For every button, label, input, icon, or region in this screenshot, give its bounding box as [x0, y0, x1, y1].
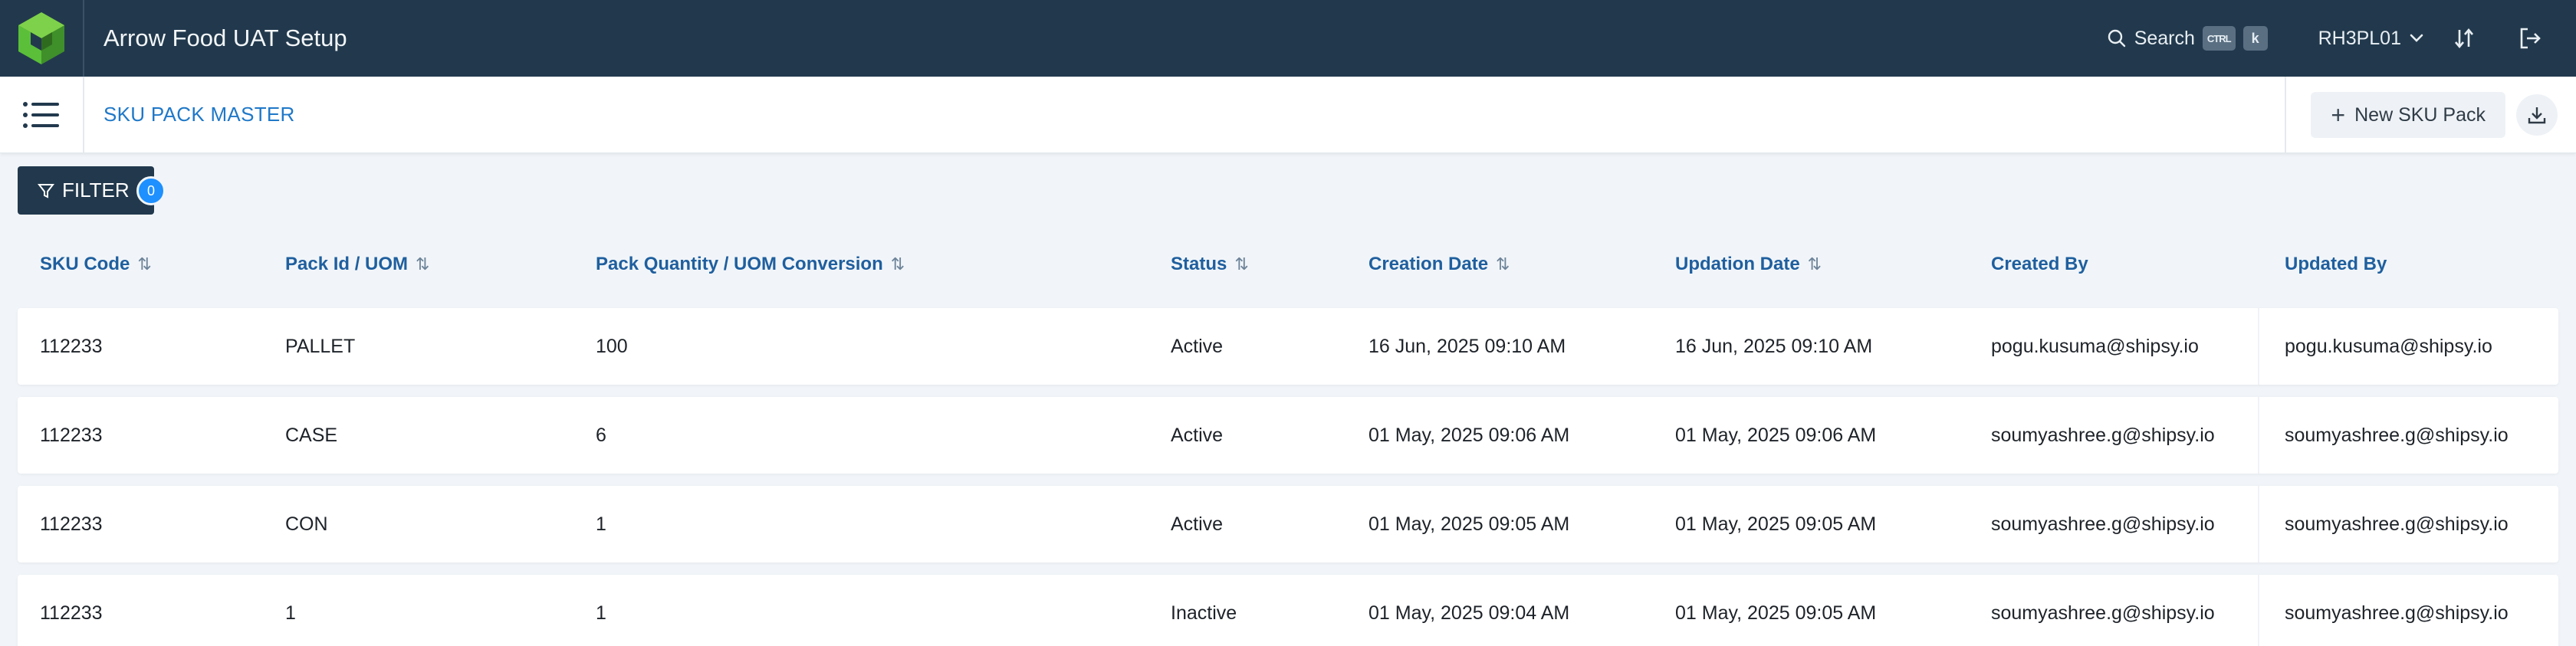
new-sku-pack-label: New SKU Pack: [2354, 103, 2486, 126]
sort-arrows-icon[interactable]: ⇅: [137, 254, 151, 274]
search-label: Search: [2134, 27, 2195, 49]
logout-button[interactable]: [2507, 15, 2553, 61]
cell-pack-id: PALLET: [285, 335, 356, 357]
column-label: Pack Quantity / UOM Conversion: [596, 254, 883, 274]
cell-pack-quantity: 1: [596, 513, 606, 535]
cell-updation-date: 01 May, 2025 09:06 AM: [1675, 424, 1877, 446]
filter-count-badge: 0: [136, 176, 166, 205]
filter-button[interactable]: FILTER: [18, 166, 154, 215]
column-header-updation-date[interactable]: Updation Date ⇅: [1675, 230, 1822, 299]
column-header-created-by: Created By: [1991, 230, 2088, 299]
cell-pack-id: CON: [285, 513, 328, 535]
cell-created-by: pogu.kusuma@shipsy.io: [1991, 335, 2199, 357]
cell-created-by: soumyashree.g@shipsy.io: [1991, 513, 2215, 535]
table-row[interactable]: 112233 CASE 6 Active 01 May, 2025 09:06 …: [18, 397, 2558, 474]
download-button[interactable]: [2516, 94, 2558, 136]
app-title: Arrow Food UAT Setup: [104, 25, 347, 51]
cell-updated-by: soumyashree.g@shipsy.io: [2285, 424, 2509, 446]
plus-icon: +: [2331, 101, 2346, 129]
org-selector[interactable]: RH3PL01: [2318, 28, 2424, 50]
cell-created-by: soumyashree.g@shipsy.io: [1991, 424, 2215, 446]
sort-arrows-icon[interactable]: ⇅: [1808, 254, 1822, 274]
table-row[interactable]: 112233 CON 1 Active 01 May, 2025 09:05 A…: [18, 486, 2558, 562]
sort-arrows-icon[interactable]: ⇅: [1496, 254, 1510, 274]
hamburger-menu-icon: [23, 101, 59, 128]
cell-created-by: soumyashree.g@shipsy.io: [1991, 602, 2215, 624]
sort-arrows-icon[interactable]: ⇅: [1234, 254, 1248, 274]
filter-label: FILTER: [62, 179, 130, 202]
table-row[interactable]: 112233 PALLET 100 Active 16 Jun, 2025 09…: [18, 308, 2558, 385]
cell-creation-date: 16 Jun, 2025 09:10 AM: [1368, 335, 1566, 357]
shortcut-key-ctrl: CTRL: [2202, 26, 2236, 51]
column-label: Created By: [1991, 254, 2088, 274]
menu-toggle-button[interactable]: [0, 76, 84, 153]
page-title: SKU PACK MASTER: [104, 103, 295, 126]
download-icon: [2528, 107, 2546, 124]
cell-status: Active: [1171, 424, 1224, 446]
column-header-pack-quantity[interactable]: Pack Quantity / UOM Conversion ⇅: [596, 230, 905, 299]
cell-sku-code: 112233: [40, 602, 103, 624]
org-code: RH3PL01: [2318, 27, 2401, 49]
column-header-updated-by: Updated By: [2285, 230, 2387, 299]
cell-pack-quantity: 100: [596, 335, 628, 357]
column-label: Updated By: [2285, 254, 2387, 274]
cell-updation-date: 01 May, 2025 09:05 AM: [1675, 513, 1877, 535]
cell-creation-date: 01 May, 2025 09:06 AM: [1368, 424, 1570, 446]
app-logo-icon: [18, 12, 64, 64]
app-logo[interactable]: [0, 0, 84, 77]
new-sku-pack-button[interactable]: + New SKU Pack: [2311, 92, 2505, 138]
cell-status: Inactive: [1171, 602, 1237, 624]
column-label: Updation Date: [1675, 254, 1800, 274]
column-header-pack-id[interactable]: Pack Id / UOM ⇅: [285, 230, 429, 299]
cell-sku-code: 112233: [40, 335, 103, 357]
logout-icon: [2520, 28, 2541, 49]
column-header-sku-code[interactable]: SKU Code ⇅: [40, 230, 152, 299]
column-header-status[interactable]: Status ⇅: [1171, 230, 1249, 299]
sort-toggle-button[interactable]: [2441, 15, 2487, 61]
cell-status: Active: [1171, 335, 1224, 357]
cell-updation-date: 16 Jun, 2025 09:10 AM: [1675, 335, 1873, 357]
cell-pack-id: 1: [285, 602, 296, 624]
search-icon: [2108, 29, 2125, 48]
shortcut-key-k: k: [2242, 26, 2268, 51]
column-label: SKU Code: [40, 254, 130, 274]
cell-updated-by: pogu.kusuma@shipsy.io: [2285, 335, 2492, 357]
column-header-creation-date[interactable]: Creation Date ⇅: [1368, 230, 1510, 299]
top-navbar: Arrow Food UAT Setup Search CTRL k RH3PL…: [0, 0, 2576, 77]
sort-icon: [2455, 28, 2473, 49]
cell-updated-by: soumyashree.g@shipsy.io: [2285, 513, 2509, 535]
sort-arrows-icon[interactable]: ⇅: [416, 254, 429, 274]
cell-sku-code: 112233: [40, 424, 103, 446]
cell-pack-quantity: 6: [596, 424, 606, 446]
cell-status: Active: [1171, 513, 1224, 535]
cell-updated-by: soumyashree.g@shipsy.io: [2285, 602, 2509, 624]
cell-creation-date: 01 May, 2025 09:04 AM: [1368, 602, 1570, 624]
table-row[interactable]: 112233 1 1 Inactive 01 May, 2025 09:04 A…: [18, 575, 2558, 646]
global-search[interactable]: Search CTRL k: [2107, 26, 2268, 51]
sort-arrows-icon[interactable]: ⇅: [891, 254, 905, 274]
cell-pack-quantity: 1: [596, 602, 606, 624]
column-label: Creation Date: [1368, 254, 1489, 274]
cell-pack-id: CASE: [285, 424, 338, 446]
column-label: Status: [1171, 254, 1227, 274]
chevron-down-icon: [2410, 34, 2423, 42]
page-header: SKU PACK MASTER + New SKU Pack: [0, 76, 2576, 153]
cell-creation-date: 01 May, 2025 09:05 AM: [1368, 513, 1570, 535]
cell-updation-date: 01 May, 2025 09:05 AM: [1675, 602, 1877, 624]
column-label: Pack Id / UOM: [285, 254, 409, 274]
table-header: SKU Code ⇅ Pack Id / UOM ⇅ Pack Quantity /…: [18, 230, 2558, 299]
cell-sku-code: 112233: [40, 513, 103, 535]
filter-icon: [38, 183, 54, 198]
